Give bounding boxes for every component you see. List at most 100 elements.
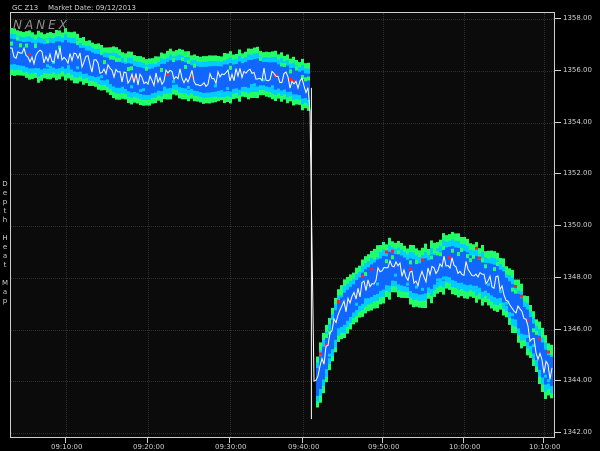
heat-cell-high (457, 252, 460, 257)
heat-cell-mid (382, 293, 385, 297)
heat-cell-high (481, 258, 484, 263)
heat-cell-mid (547, 379, 550, 383)
heat-cell-high (10, 41, 13, 46)
heat-cell-high (496, 261, 499, 266)
heat-cell-low (223, 64, 226, 92)
heat-cell-peak (337, 300, 340, 304)
heat-cell-low (211, 66, 214, 93)
heat-cell-mid (499, 290, 502, 294)
heat-cell-mid (217, 94, 220, 98)
heat-cell-mid (97, 76, 100, 80)
y-tick-label: 1350.00 (563, 221, 592, 229)
y-tick (555, 432, 561, 433)
heat-cell-high (472, 254, 475, 259)
heat-cell-low (334, 310, 337, 340)
heat-cell-low (256, 58, 259, 87)
heat-cell-mid (373, 295, 376, 299)
heat-cell-mid (328, 353, 331, 357)
heat-cell-high (364, 272, 367, 277)
heat-cell-low (217, 66, 220, 91)
heat-cell-mid (55, 71, 58, 75)
heat-cell-low (394, 254, 397, 282)
heat-cell-low (448, 246, 451, 278)
nanex-watermark: NANEX (13, 18, 70, 32)
heat-cell-low (379, 258, 382, 291)
heat-cell-high (397, 250, 400, 255)
heat-cell-high (76, 40, 79, 45)
heat-cell-high (424, 247, 427, 252)
heat-cell-high (439, 252, 442, 257)
heat-cell-mid (370, 297, 373, 301)
heat-cell-peak (421, 258, 424, 262)
heat-cell-mid (448, 278, 451, 282)
heat-cell-mid (271, 85, 274, 89)
heat-cell-peak (448, 256, 451, 260)
heat-cell-mid (142, 88, 145, 92)
heat-cell-low (346, 289, 349, 321)
heat-cell-high (514, 289, 517, 294)
heat-cell-high (373, 255, 376, 260)
heat-cell-low (175, 60, 178, 86)
heat-cell-high (280, 62, 283, 67)
y-tick-label: 1354.00 (563, 117, 592, 126)
heat-cell-mid (505, 301, 508, 305)
heat-cell-mid (406, 282, 409, 286)
y-tick-label: 1344.00 (563, 376, 592, 385)
heat-cell-low (73, 43, 76, 72)
heat-cell-mid (199, 93, 202, 97)
heat-cell-high (541, 333, 544, 338)
heat-cell-high (19, 43, 22, 48)
x-tick-label: 09:40:00 (288, 443, 320, 451)
heat-cell-mid (436, 278, 439, 282)
heat-cell-low (196, 66, 199, 92)
heat-cell-peak (547, 350, 550, 354)
heat-cell-high (307, 76, 310, 81)
heat-cell-low (523, 307, 526, 335)
heat-cell-peak (391, 249, 394, 253)
heat-cell-high (442, 245, 445, 250)
heat-cell-mid (220, 94, 223, 98)
heat-cell-peak (166, 73, 169, 77)
heat-cell-mid (361, 306, 364, 310)
heat-cell-mid (526, 334, 529, 338)
heat-cell-low (460, 250, 463, 283)
heat-cell-high (289, 69, 292, 74)
heat-cell-mid (46, 64, 49, 68)
heat-cell-low (202, 66, 205, 94)
heat-cell-mid (343, 329, 346, 333)
heat-cell-mid (49, 65, 52, 69)
heat-cell-mid (331, 353, 334, 357)
y-tick (555, 380, 561, 382)
heat-cell-mid (37, 68, 40, 72)
heat-cell-high (340, 291, 343, 296)
heat-cell-low (415, 261, 418, 294)
heat-cell-peak (385, 250, 388, 254)
y-tick-label: 1356.00 (563, 65, 592, 74)
heat-cell-mid (163, 86, 166, 90)
heat-cell-peak (409, 267, 412, 271)
heat-cell-high (409, 260, 412, 265)
x-tick-label: 09:10:00 (51, 443, 83, 451)
y-tick-label: 1352.00 (563, 169, 592, 178)
heat-cell-low (538, 335, 541, 370)
heat-cell-mid (172, 80, 175, 84)
y-tick-label: 1342.00 (563, 428, 592, 436)
heat-cell-mid (175, 84, 178, 88)
heat-cell-high (433, 249, 436, 254)
heat-cell-high (154, 59, 157, 64)
heat-cell-mid (139, 89, 142, 93)
depth-heat-map[interactable] (10, 12, 555, 438)
heat-cell-high (82, 41, 85, 46)
heat-cell-high (103, 60, 106, 65)
heat-cell-mid (187, 85, 190, 89)
heat-cell-high (112, 55, 115, 60)
heat-cell-high (376, 253, 379, 258)
heat-cell-mid (544, 374, 547, 378)
heat-cell-high (484, 264, 487, 269)
heat-cell-high (127, 67, 130, 72)
y-tick (555, 276, 561, 278)
heat-cell-mid (442, 276, 445, 280)
y-tick (555, 173, 561, 175)
heat-cell-high (469, 258, 472, 263)
heat-cell-low (475, 255, 478, 289)
